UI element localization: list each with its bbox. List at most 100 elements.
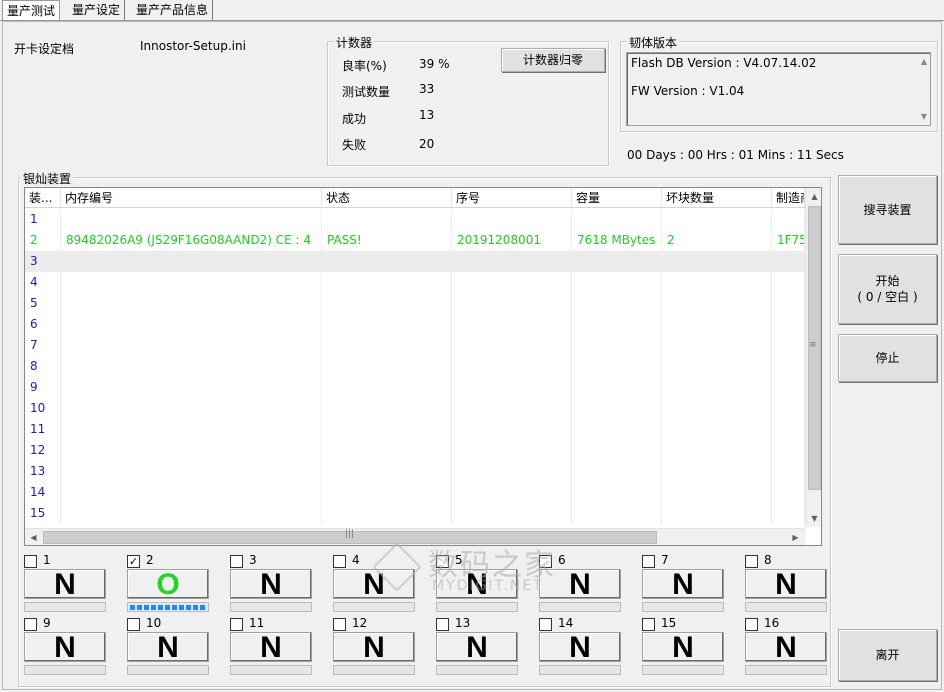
search-devices-button[interactable]: 搜寻装置 — [838, 175, 937, 244]
start-button[interactable]: 开始 ( 0 / 空白 ) — [838, 254, 937, 324]
slot-progress-bar — [230, 665, 312, 675]
table-row[interactable]: 15 — [25, 503, 805, 524]
tested-value: 33 — [419, 82, 435, 96]
slot-progress-bar — [436, 665, 518, 675]
counter-title: 计数器 — [334, 34, 375, 51]
exit-button[interactable]: 离开 — [838, 629, 937, 681]
cell-status — [322, 314, 452, 335]
slot-progress-bar — [745, 602, 827, 612]
col-serial[interactable]: 序号 — [452, 188, 572, 207]
cell-memory — [61, 419, 322, 440]
slot-checkbox[interactable] — [745, 555, 758, 568]
cell-memory — [61, 356, 322, 377]
cell-status — [322, 209, 452, 230]
table-row[interactable]: 12 — [25, 440, 805, 461]
cell-memory — [61, 314, 322, 335]
slot-checkbox[interactable] — [436, 618, 449, 631]
device-slot: 8N — [745, 553, 827, 615]
cell-maker — [772, 419, 805, 440]
slot-checkbox[interactable] — [127, 618, 140, 631]
table-row[interactable]: 4 — [25, 272, 805, 293]
col-device[interactable]: 装... — [25, 188, 61, 207]
slot-checkbox[interactable] — [642, 555, 655, 568]
tab-mass-production-settings[interactable]: 量产设定 — [68, 0, 126, 20]
cell-memory — [61, 272, 322, 293]
device-slot: 14 N — [539, 616, 621, 678]
cell-capacity: 7618 MBytes — [572, 230, 662, 251]
cell-maker — [772, 293, 805, 314]
slot-checkbox[interactable] — [230, 618, 243, 631]
col-memory-id[interactable]: 内存编号 — [61, 188, 322, 207]
cell-bad-blocks — [662, 209, 772, 230]
table-row[interactable]: 3 — [25, 251, 805, 272]
slot-checkbox[interactable]: ✓ — [127, 555, 140, 568]
table-row[interactable]: 14 — [25, 482, 805, 503]
device-slot: 16 N — [745, 616, 827, 678]
success-value: 13 — [419, 108, 435, 122]
watermark-logo-icon — [372, 542, 422, 592]
devices-title: 银灿装置 — [21, 170, 74, 187]
cell-capacity — [572, 419, 662, 440]
slot-checkbox[interactable] — [333, 618, 346, 631]
cell-status — [322, 335, 452, 356]
slot-checkbox[interactable] — [24, 555, 37, 568]
cell-serial — [452, 503, 572, 524]
scroll-down-icon[interactable]: ▼ — [806, 510, 821, 527]
reset-counter-button[interactable]: 计数器归零 — [501, 48, 605, 72]
scroll-right-icon[interactable]: ▶ — [787, 529, 804, 545]
table-row[interactable]: 10 — [25, 398, 805, 419]
table-row[interactable]: 8 — [25, 356, 805, 377]
slot-status-indicator: N — [24, 632, 106, 663]
slot-progress-bar — [333, 602, 415, 612]
watermark: 数码之家 MYDIGIT.NET — [372, 542, 572, 602]
cell-capacity — [572, 293, 662, 314]
slot-status-indicator: O — [127, 569, 209, 600]
col-bad-blocks[interactable]: 坏块数量 — [662, 188, 772, 207]
device-table[interactable]: 装... 内存编号 状态 序号 容量 坏块数量 制造商 1289482026A9… — [24, 187, 822, 546]
table-row[interactable]: 5 — [25, 293, 805, 314]
table-row[interactable]: 9 — [25, 377, 805, 398]
textbox-scroll-down-icon[interactable]: ▼ — [921, 112, 927, 121]
table-row[interactable]: 13 — [25, 461, 805, 482]
slot-checkbox[interactable] — [642, 618, 655, 631]
table-vertical-scrollbar[interactable]: ▲ ≡ ▼ — [805, 188, 821, 527]
tab-mass-production-test[interactable]: 量产测试 — [2, 0, 61, 22]
slot-progress-fill — [130, 605, 206, 610]
col-status[interactable]: 状态 — [322, 188, 452, 207]
cell-bad-blocks — [662, 482, 772, 503]
cell-memory — [61, 482, 322, 503]
cell-bad-blocks — [662, 461, 772, 482]
col-maker[interactable]: 制造商 — [772, 188, 805, 207]
slot-checkbox[interactable] — [539, 618, 552, 631]
cell-memory — [61, 461, 322, 482]
table-row[interactable]: 1 — [25, 209, 805, 230]
table-row[interactable]: 2 89482026A9 (JS29F16G08AAND2) CE : 4 PASS… — [25, 230, 805, 251]
tab-product-info[interactable]: 量产产品信息 — [132, 0, 214, 20]
cell-serial — [452, 335, 572, 356]
cell-capacity — [572, 461, 662, 482]
cell-status — [322, 272, 452, 293]
cell-capacity — [572, 272, 662, 293]
slot-checkbox[interactable] — [24, 618, 37, 631]
slot-number: 4 — [352, 553, 360, 567]
cell-status — [322, 440, 452, 461]
firmware-textbox[interactable]: Flash DB Version : V4.07.14.02 FW Versio… — [626, 52, 931, 126]
col-capacity[interactable]: 容量 — [572, 188, 662, 207]
cell-capacity — [572, 209, 662, 230]
stop-button[interactable]: 停止 — [838, 334, 937, 382]
textbox-scroll-up-icon[interactable]: ▲ — [921, 57, 927, 66]
scroll-left-icon[interactable]: ◀ — [25, 529, 42, 545]
table-row[interactable]: 6 — [25, 314, 805, 335]
cell-status — [322, 419, 452, 440]
table-row[interactable]: 7 — [25, 335, 805, 356]
cell-idx: 4 — [25, 272, 61, 293]
slot-checkbox[interactable] — [745, 618, 758, 631]
cell-maker — [772, 398, 805, 419]
slot-checkbox[interactable] — [333, 555, 346, 568]
cell-bad-blocks — [662, 398, 772, 419]
cell-bad-blocks — [662, 356, 772, 377]
cell-maker — [772, 335, 805, 356]
slot-checkbox[interactable] — [230, 555, 243, 568]
scroll-up-icon[interactable]: ▲ — [806, 188, 821, 205]
table-row[interactable]: 11 — [25, 419, 805, 440]
